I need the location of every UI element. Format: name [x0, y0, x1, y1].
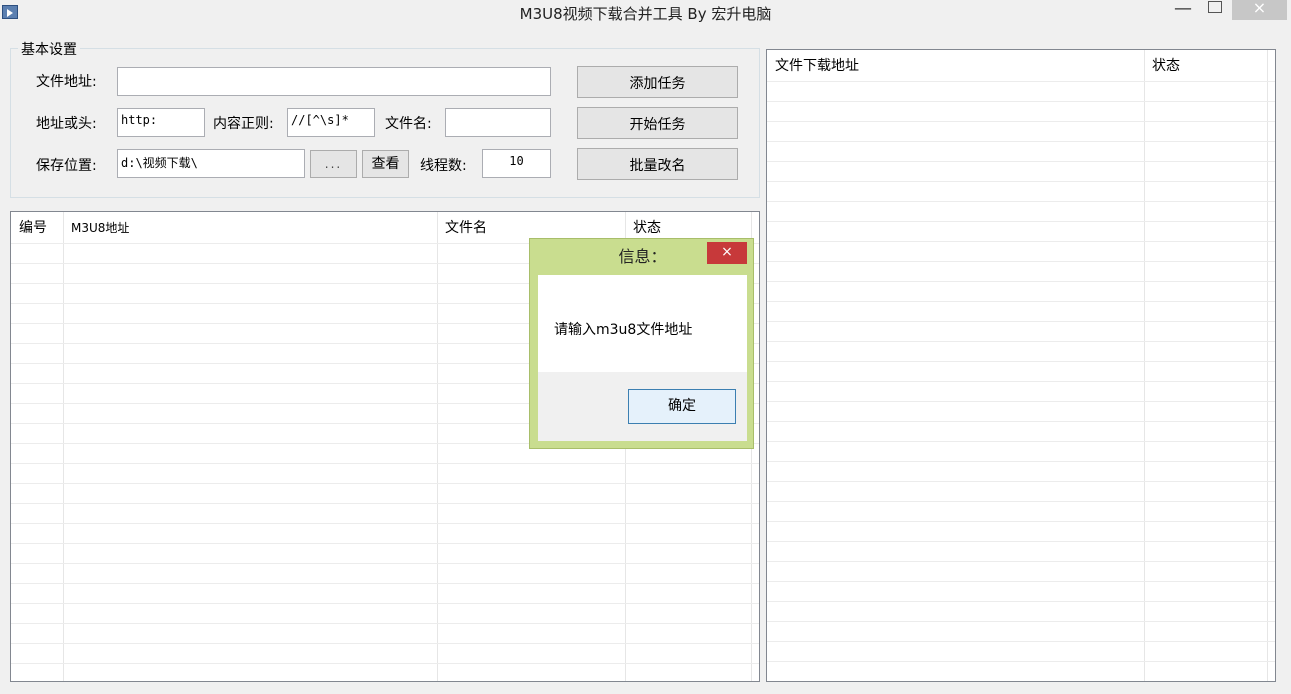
empty-row	[767, 341, 1275, 362]
settings-legend: 基本设置	[18, 39, 80, 59]
empty-row	[11, 563, 759, 584]
empty-row	[767, 461, 1275, 482]
regex-label: 内容正则:	[213, 116, 274, 132]
dialog-ok-button[interactable]: 确定	[628, 389, 736, 424]
empty-row	[767, 441, 1275, 462]
empty-row	[767, 121, 1275, 142]
empty-row	[767, 501, 1275, 522]
empty-row	[767, 421, 1275, 442]
threads-input[interactable]: 10	[482, 149, 551, 178]
empty-row	[767, 321, 1275, 342]
threads-label: 线程数:	[420, 158, 467, 174]
empty-row	[767, 641, 1275, 662]
batch-rename-button[interactable]: 批量改名	[577, 148, 738, 180]
empty-row	[767, 101, 1275, 122]
prefix-label: 地址或头:	[36, 116, 97, 132]
empty-row	[767, 481, 1275, 502]
empty-row	[767, 301, 1275, 322]
view-button[interactable]: 查看	[362, 150, 409, 178]
empty-row	[767, 281, 1275, 302]
download-list[interactable]: 文件下载地址 状态	[766, 49, 1276, 682]
empty-row	[767, 401, 1275, 422]
minimize-button[interactable]: —	[1166, 0, 1200, 22]
filename-input[interactable]	[445, 108, 551, 137]
empty-row	[767, 181, 1275, 202]
empty-row	[767, 581, 1275, 602]
empty-row	[767, 241, 1275, 262]
file-url-label: 文件地址:	[36, 74, 97, 90]
window-close-button[interactable]: ×	[1232, 0, 1287, 20]
empty-row	[11, 583, 759, 604]
save-location-input[interactable]: d:\视频下载\	[117, 149, 305, 178]
empty-row	[767, 61, 1275, 82]
empty-row	[767, 361, 1275, 382]
empty-row	[767, 561, 1275, 582]
empty-row	[767, 141, 1275, 162]
empty-row	[11, 623, 759, 644]
empty-row	[767, 521, 1275, 542]
empty-row	[767, 261, 1275, 282]
empty-row	[11, 503, 759, 524]
start-task-button[interactable]: 开始任务	[577, 107, 738, 139]
empty-row	[11, 543, 759, 564]
empty-row	[767, 81, 1275, 102]
empty-row	[767, 541, 1275, 562]
browse-button[interactable]: ...	[310, 150, 357, 178]
window-title: M3U8视频下载合并工具 By 宏升电脑	[519, 5, 772, 23]
empty-row	[11, 523, 759, 544]
dialog-message: 请输入m3u8文件地址	[554, 322, 693, 338]
empty-row	[767, 381, 1275, 402]
maximize-button[interactable]	[1201, 0, 1229, 22]
filename-label: 文件名:	[385, 116, 432, 132]
empty-row	[767, 601, 1275, 622]
empty-row	[11, 603, 759, 624]
empty-row	[767, 161, 1275, 182]
regex-input[interactable]: //[^\s]*	[287, 108, 375, 137]
empty-row	[11, 643, 759, 664]
empty-row	[11, 463, 759, 484]
file-url-input[interactable]	[117, 67, 551, 96]
empty-row	[767, 621, 1275, 642]
empty-row	[767, 221, 1275, 242]
empty-row	[767, 201, 1275, 222]
add-task-button[interactable]: 添加任务	[577, 66, 738, 98]
dialog-close-button[interactable]: ×	[707, 242, 747, 264]
save-location-label: 保存位置:	[36, 158, 97, 174]
message-dialog[interactable]: 信息： × 请输入m3u8文件地址 确定	[529, 238, 754, 449]
prefix-input[interactable]: http:	[117, 108, 205, 137]
empty-row	[11, 483, 759, 504]
